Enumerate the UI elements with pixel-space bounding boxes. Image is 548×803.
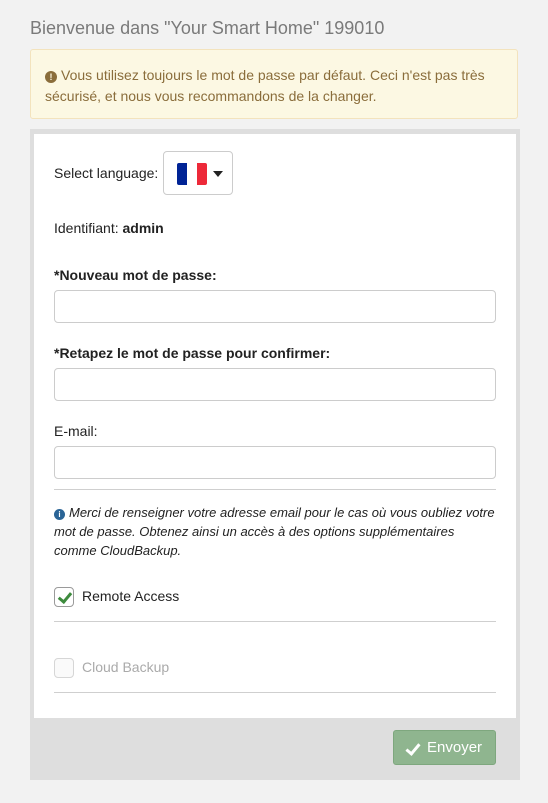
divider [54,489,496,490]
submit-button[interactable]: Envoyer [393,730,496,765]
caret-down-icon [213,171,223,177]
confirm-password-input[interactable] [54,368,496,401]
divider [54,692,496,693]
alert-text: Vous utilisez toujours le mot de passe p… [45,67,485,104]
page-title: Bienvenue dans "Your Smart Home" 199010 [30,18,385,38]
email-label: E-mail: [54,423,98,439]
info-circle-icon: i [54,509,65,520]
identity-line: Identifiant: admin [54,220,164,236]
confirm-password-label: *Retapez le mot de passe pour confirmer: [54,345,331,361]
divider [54,621,496,622]
email-info: i Merci de renseigner votre adresse email… [54,503,496,560]
france-flag-icon [177,163,207,185]
identity-value: admin [122,220,164,236]
remote-access-checkbox[interactable] [54,587,74,607]
check-icon [405,740,421,756]
check-icon [57,588,73,605]
form-panel: Select language: Identifiant: admin *Nou… [34,134,516,718]
default-password-alert: ! Vous utilisez toujours le mot de passe … [30,49,518,119]
form-container: Select language: Identifiant: admin *Nou… [30,129,520,780]
identity-label: Identifiant: [54,220,119,236]
cloud-backup-label: Cloud Backup [82,659,170,675]
cloud-backup-checkbox [54,658,74,678]
exclamation-circle-icon: ! [45,71,57,83]
email-input[interactable] [54,446,496,479]
language-label: Select language: [54,165,159,181]
remote-access-label[interactable]: Remote Access [82,588,179,604]
submit-label: Envoyer [427,739,483,756]
new-password-label: *Nouveau mot de passe: [54,267,217,283]
new-password-input[interactable] [54,290,496,323]
info-text: Merci de renseigner votre adresse email … [54,505,495,558]
language-dropdown[interactable] [163,151,233,195]
